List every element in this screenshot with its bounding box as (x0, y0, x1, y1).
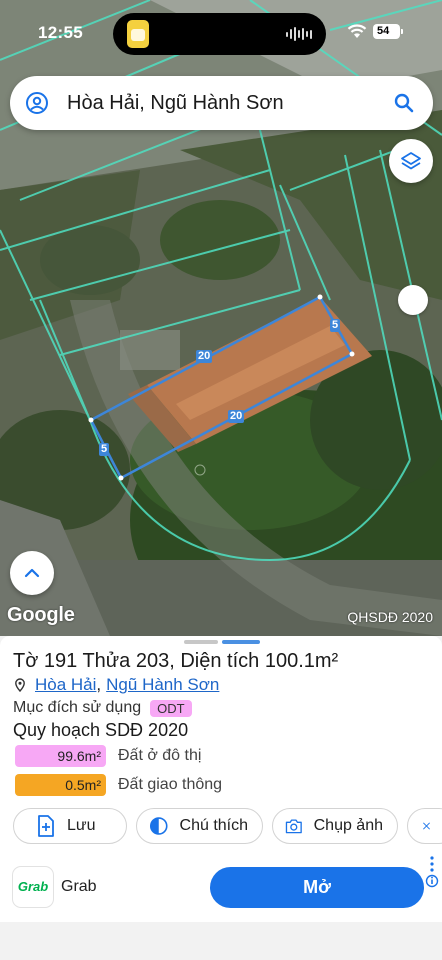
save-button[interactable]: Lưu (13, 808, 127, 844)
dynamic-island (113, 13, 326, 55)
measure-button[interactable] (407, 808, 442, 844)
dimension-label: 5 (330, 319, 341, 332)
area-value-chip: 99.6m² (15, 745, 106, 767)
area-label: Đất giao thông (118, 776, 223, 793)
status-time: 12:55 (38, 23, 83, 42)
area-row: 0.5m² Đất giao thông (15, 774, 222, 796)
pin-icon (15, 678, 25, 692)
parcel-info-sheet: Tờ 191 Thửa 203, Diện tích 100.1m² Hòa H… (0, 636, 442, 848)
ad-advertiser-name: Grab (61, 878, 97, 895)
account-icon[interactable] (25, 91, 49, 115)
search-input[interactable]: Hòa Hải, Ngũ Hành Sơn (67, 92, 392, 115)
address-row: Hòa Hải, Ngũ Hành Sơn (13, 675, 219, 695)
add-doc-icon (38, 815, 54, 837)
ward-link[interactable]: Hòa Hải (35, 675, 96, 695)
area-label: Đất ở đô thị (118, 747, 202, 764)
search-bar[interactable]: Hòa Hải, Ngũ Hành Sơn (10, 76, 433, 130)
grab-logo: Grab (13, 867, 53, 907)
area-row: 99.6m² Đất ở đô thị (15, 745, 201, 767)
search-icon[interactable] (392, 91, 416, 115)
status-bar: 12:55 54 (0, 0, 442, 66)
purpose-badge: ODT (150, 699, 192, 717)
app-icon (127, 20, 149, 48)
audio-wave-icon (286, 26, 312, 42)
sheet-handle[interactable] (184, 640, 260, 644)
battery-indicator: 54 (373, 24, 403, 39)
layers-button[interactable] (389, 139, 433, 183)
screenshot-label: Chụp ảnh (313, 817, 383, 834)
district-link[interactable]: Ngũ Hành Sơn (106, 675, 219, 695)
half-circle-icon (149, 817, 168, 835)
ad-banner: Grab Grab Mở (0, 848, 442, 922)
measure-icon (423, 822, 430, 830)
google-logo: Google (7, 604, 75, 626)
chevron-up-icon (24, 568, 40, 578)
purpose-label: Mục đích sử dụng (13, 699, 142, 716)
land-purpose-row: Mục đích sử dụng ODT (13, 699, 192, 717)
info-icon[interactable] (425, 855, 439, 889)
camera-icon (285, 819, 302, 834)
expand-up-button[interactable] (10, 551, 54, 595)
parcel-title: Tờ 191 Thửa 203, Diện tích 100.1m² (13, 650, 339, 672)
screenshot-button[interactable]: Chụp ảnh (272, 808, 398, 844)
action-row: Lưu Chú thích Chụp ảnh (13, 808, 442, 844)
map-slider-handle[interactable] (398, 285, 428, 315)
save-label: Lưu (67, 817, 96, 834)
plan-title: Quy hoạch SDĐ 2020 (13, 720, 189, 740)
dimension-label: 20 (228, 410, 245, 423)
layers-icon (401, 152, 421, 170)
wifi-icon (347, 24, 367, 38)
ad-open-button[interactable]: Mở (210, 867, 424, 908)
dimension-label: 5 (99, 443, 110, 456)
bottom-spacer (0, 922, 442, 960)
dimension-label: 20 (196, 350, 213, 363)
legend-label: Chú thích (179, 817, 248, 834)
map-view[interactable]: 20 20 5 5 12:55 54 Hòa Hải, Ngũ Hành Sơn (0, 0, 442, 636)
area-value-chip: 0.5m² (15, 774, 106, 796)
map-source-label: QHSDĐ 2020 (347, 609, 433, 625)
legend-button[interactable]: Chú thích (136, 808, 263, 844)
